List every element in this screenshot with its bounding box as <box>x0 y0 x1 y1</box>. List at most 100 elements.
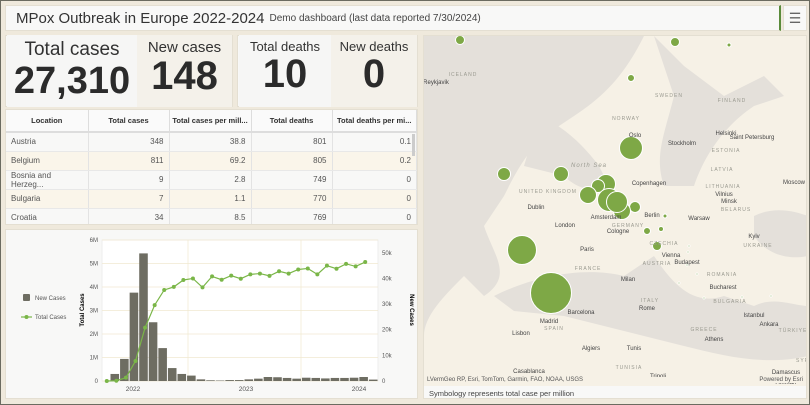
city-label: Amsterdam <box>590 215 622 221</box>
table-row[interactable]: Austria 348 38.8 801 0.1 <box>6 132 417 152</box>
case-symbol[interactable] <box>619 136 643 160</box>
case-symbol[interactable] <box>497 167 511 181</box>
bar-new-cases <box>148 322 158 381</box>
europe-map[interactable]: ICELAND SWEDEN FINLAND NORWAY ESTONIA LATVIA L… <box>423 35 807 399</box>
page-title: MPox Outbreak in Europe 2022-2024 <box>16 9 265 27</box>
case-symbol[interactable] <box>455 36 465 45</box>
table-cell: Austria <box>6 132 89 152</box>
case-symbol[interactable] <box>726 42 732 48</box>
powered-by-esri[interactable]: Powered by Esri <box>759 377 803 383</box>
country-label: SWEDEN <box>655 93 683 99</box>
case-symbol[interactable] <box>677 281 681 285</box>
case-symbol[interactable] <box>670 37 680 47</box>
cases-chart: 0 1M 2M 3M 4M 5M 6M 0 10k 20k 30k 40k 50k 2022 2023 202… <box>5 229 418 399</box>
case-symbol[interactable] <box>662 213 668 219</box>
bar-new-cases <box>349 377 359 381</box>
city-label: Vienna <box>661 253 681 259</box>
point-total-cases <box>171 284 176 289</box>
table-cell: 0 <box>332 189 417 209</box>
hamburger-icon: ☰ <box>788 9 802 26</box>
country-label: UNITED KINGDOM <box>519 189 577 195</box>
city-label: Madrid <box>539 319 559 325</box>
country-label: BELARUS <box>720 207 752 213</box>
x-tick-label: 2022 <box>126 386 141 393</box>
data-table: Location Total cases Total cases per mil… <box>5 109 418 225</box>
table-row[interactable]: Bulgaria 7 1.1 770 0 <box>6 189 417 209</box>
point-total-cases <box>296 267 301 272</box>
table-cell: 0.1 <box>332 132 417 152</box>
city-label: Damascus <box>771 370 801 376</box>
table-cell: Bulgaria <box>6 189 89 209</box>
case-symbol[interactable] <box>695 272 699 276</box>
city-label: Reykjavik <box>423 80 449 86</box>
right-tick-label: 40k <box>382 276 393 282</box>
country-label: SYRIA <box>795 358 806 364</box>
table-scrollbar[interactable] <box>412 134 415 156</box>
case-symbol[interactable] <box>686 250 690 254</box>
column-header-cases-per-million[interactable]: Total cases per mill... <box>169 110 252 133</box>
city-label: Barcelona <box>567 310 595 316</box>
chart-svg: 0 1M 2M 3M 4M 5M 6M 0 10k 20k 30k 40k 50k 2022 2023 202… <box>21 238 414 393</box>
right-tick-label: 50k <box>382 251 393 257</box>
bar-new-cases <box>225 380 234 381</box>
left-tick-label: 1M <box>90 356 98 362</box>
case-symbol[interactable] <box>579 186 597 204</box>
country-label: ESTONIA <box>711 148 741 154</box>
table-cell: 811 <box>88 151 170 171</box>
city-label: Tunis <box>626 346 642 352</box>
country-label: ITALY <box>640 298 660 304</box>
table-row[interactable]: Belgium 811 69.2 805 0.2 <box>6 151 417 171</box>
table-cell: 0.2 <box>332 151 417 171</box>
right-axis-title: New Cases <box>408 294 414 326</box>
case-symbol[interactable] <box>643 227 651 235</box>
column-header-total-cases[interactable]: Total cases <box>88 110 170 133</box>
case-symbol[interactable] <box>530 272 572 314</box>
bar-new-cases <box>321 378 330 381</box>
right-tick-label: 30k <box>382 302 393 308</box>
case-symbol[interactable] <box>658 226 664 232</box>
point-total-cases <box>123 375 128 380</box>
table-row[interactable]: Bosnia and Herzeg... 9 2.8 749 0 <box>6 170 417 190</box>
column-header-location[interactable]: Location <box>6 110 89 133</box>
case-symbol[interactable] <box>687 244 691 248</box>
legend-marker-total-cases <box>24 315 29 319</box>
country-label: NORWAY <box>612 116 640 122</box>
table-cell: 2.8 <box>169 170 252 190</box>
case-symbol[interactable] <box>702 296 706 300</box>
kpi-total-deaths: Total deaths 10 <box>239 35 331 107</box>
bar-new-cases <box>129 292 139 381</box>
kpi-value: 0 <box>362 52 386 96</box>
menu-button[interactable]: ☰ <box>783 5 807 31</box>
country-label: ICELAND <box>448 72 478 78</box>
city-label: Ankara <box>759 322 779 328</box>
right-tick-label: 10k <box>382 353 393 359</box>
point-total-cases <box>257 271 262 276</box>
case-symbol[interactable] <box>553 166 569 182</box>
case-symbol[interactable] <box>507 235 537 265</box>
case-symbol[interactable] <box>627 74 635 82</box>
right-tick-label: 0 <box>382 379 386 385</box>
column-header-total-deaths[interactable]: Total deaths <box>251 110 333 133</box>
city-label: Bucharest <box>709 285 737 291</box>
city-label: Saint Petersburg <box>729 135 775 141</box>
point-total-cases <box>114 378 119 383</box>
bar-new-cases <box>177 373 187 381</box>
city-label: Copenhagen <box>631 181 667 187</box>
city-label: Vilnius <box>715 192 733 198</box>
table-cell: 769 <box>251 208 333 224</box>
case-symbol[interactable] <box>769 294 773 298</box>
city-label: Minsk <box>721 199 737 205</box>
bar-new-cases <box>167 368 177 381</box>
table-row[interactable]: Croatia 34 8.5 769 0 <box>6 208 417 224</box>
right-tick-label: 20k <box>382 328 393 334</box>
table-cell: 38.8 <box>169 132 252 152</box>
table-cell: 0 <box>332 170 417 190</box>
case-symbol[interactable] <box>606 191 628 213</box>
bar-new-cases <box>139 253 148 381</box>
left-tick-label: 5M <box>90 262 98 268</box>
column-header-deaths-per-million[interactable]: Total deaths per mi... <box>332 110 417 133</box>
legend-label: New Cases <box>35 296 66 302</box>
kpi-value: 10 <box>262 52 308 96</box>
country-label: TUNISIA <box>615 365 643 371</box>
country-label: SPAIN <box>544 326 564 332</box>
